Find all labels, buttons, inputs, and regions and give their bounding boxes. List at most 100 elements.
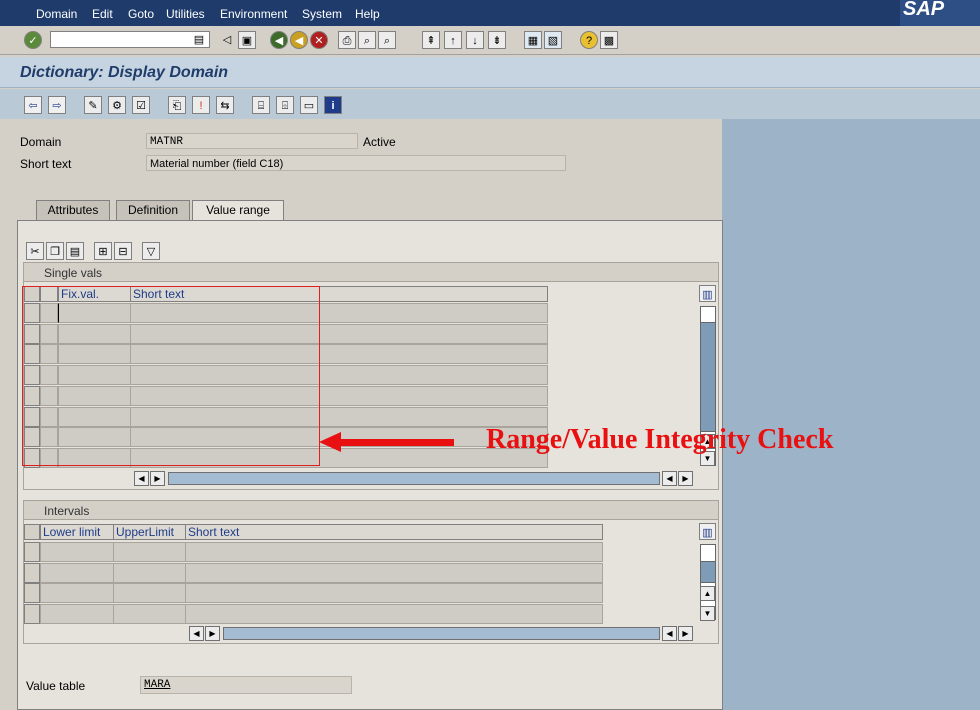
single-vals-header: Single vals [24,263,718,282]
menu-item-utilities[interactable]: Utilities [166,7,205,21]
structure-icon[interactable]: ⌹ [276,96,294,114]
intervals-scroll-up-icon[interactable]: ▲ [700,586,715,601]
information-icon[interactable]: i [324,96,342,114]
display-change-icon[interactable]: ✎ [84,96,102,114]
domain-field[interactable]: MATNR [146,133,358,149]
tab-attributes[interactable]: Attributes [36,200,110,220]
scroll-right-end-icon[interactable]: ▶ [678,471,693,486]
menu-item-environment[interactable]: Environment [220,7,287,21]
back-icon[interactable]: ◀ [270,31,288,49]
navigate-icon[interactable]: ⇆ [216,96,234,114]
lower-limit-cell[interactable] [40,562,114,583]
delete-row-icon[interactable]: ⊟ [114,242,132,260]
save-icon[interactable]: ▣ [238,31,256,49]
upper-limit-cell[interactable] [113,562,186,583]
create-session-icon[interactable]: ▦ [524,31,542,49]
logo-text: SAP [903,0,945,20]
interval-row-selector[interactable] [24,562,40,583]
filter-icon[interactable]: ▽ [142,242,160,260]
menu-item-system[interactable]: System [302,7,342,21]
intervals-vscroll-thumb[interactable] [700,561,716,583]
command-field[interactable] [50,31,210,48]
intervals-hscroll[interactable] [223,627,660,640]
value-table-label: Value table [26,679,86,693]
highlight-box [22,286,320,466]
layout-menu-icon[interactable]: ▩ [600,31,618,49]
scroll-right-icon[interactable]: ▶ [150,471,165,486]
intervals-scroll-down-icon[interactable]: ▼ [700,606,715,621]
copy-icon[interactable]: ❐ [46,242,64,260]
status-text: Active [363,135,396,149]
interval-short-text-cell[interactable] [185,542,603,562]
intervals-title: Intervals [44,504,90,518]
menu-item-edit[interactable]: Edit [92,7,113,21]
single-vals-vscroll-thumb[interactable] [700,322,716,432]
column-header-interval-short-text[interactable]: Short text [185,524,603,540]
where-used-icon[interactable]: ⎗ [168,96,186,114]
scroll-left-icon[interactable]: ◀ [134,471,149,486]
insert-row-icon[interactable]: ⊞ [94,242,112,260]
menu-item-help[interactable]: Help [355,7,380,21]
column-header-upper-limit[interactable]: UpperLimit [113,524,186,540]
find-icon[interactable]: ⌕ [358,31,376,49]
short-text-label: Short text [20,157,72,171]
interval-short-text-cell[interactable] [185,604,603,625]
upper-limit-cell[interactable] [113,542,186,562]
arrow-left-icon[interactable]: ⇦ [24,96,42,114]
title-bar: Dictionary: Display Domain [0,57,980,88]
shortcut-icon[interactable]: ▧ [544,31,562,49]
next-page-icon[interactable]: ↓ [466,31,484,49]
activate-icon[interactable]: ⚙ [108,96,126,114]
page-title: Dictionary: Display Domain [20,64,229,81]
intervals-scroll-left-end-icon[interactable]: ◀ [662,626,677,641]
scroll-left-end-icon[interactable]: ◀ [662,471,677,486]
single-vals-hscroll[interactable] [168,472,660,485]
info-marker-icon[interactable]: ! [192,96,210,114]
single-vals-title: Single vals [44,266,103,280]
help-icon[interactable]: ? [580,31,598,49]
cancel-icon[interactable]: ✕ [310,31,328,49]
command-dropdown-icon[interactable]: ▤ [192,31,206,48]
lower-limit-cell[interactable] [40,583,114,604]
menu-item-goto[interactable]: Goto [128,7,154,21]
value-table-field[interactable]: MARA [140,676,352,694]
intervals-scroll-right-icon[interactable]: ▶ [205,626,220,641]
lower-limit-cell[interactable] [40,604,114,625]
tab-definition[interactable]: Definition [116,200,190,220]
back-small-icon[interactable]: ◁ [218,31,236,49]
menu-bar: Domain Edit Goto Utilities Environment S… [0,0,980,26]
intervals-header: Intervals [24,501,718,520]
interval-short-text-cell[interactable] [185,562,603,583]
intervals-select-all-button[interactable] [24,524,40,540]
arrow-shaft [340,439,454,446]
last-page-icon[interactable]: ⇟ [488,31,506,49]
first-page-icon[interactable]: ⇞ [422,31,440,49]
menu-item-domain[interactable]: Domain [36,7,77,21]
print-icon[interactable]: ⎙ [338,31,356,49]
window-icon[interactable]: ▭ [300,96,318,114]
intervals-column-settings-icon[interactable]: ▥ [699,523,716,540]
previous-page-icon[interactable]: ↑ [444,31,462,49]
upper-limit-cell[interactable] [113,583,186,604]
interval-short-text-cell[interactable] [185,583,603,604]
interval-row-selector[interactable] [24,583,40,604]
lower-limit-cell[interactable] [40,542,114,562]
hierarchy-icon[interactable]: ⌸ [252,96,270,114]
short-text-field[interactable]: Material number (field C18) [146,155,566,171]
paste-icon[interactable]: ▤ [66,242,84,260]
interval-row-selector[interactable] [24,604,40,625]
check-icon[interactable]: ☑ [132,96,150,114]
cut-icon[interactable]: ✂ [26,242,44,260]
exit-icon[interactable]: ◀ [290,31,308,49]
column-settings-icon[interactable]: ▥ [699,285,716,302]
annotation-text: Range/Value Integrity Check [486,424,834,455]
arrow-right-icon[interactable]: ⇨ [48,96,66,114]
intervals-scroll-left-icon[interactable]: ◀ [189,626,204,641]
intervals-scroll-right-end-icon[interactable]: ▶ [678,626,693,641]
find-next-icon[interactable]: ⌕ [378,31,396,49]
column-header-lower-limit[interactable]: Lower limit [40,524,114,540]
upper-limit-cell[interactable] [113,604,186,625]
tab-value-range[interactable]: Value range [192,200,284,221]
interval-row-selector[interactable] [24,542,40,562]
enter-check-icon[interactable]: ✓ [24,31,42,49]
